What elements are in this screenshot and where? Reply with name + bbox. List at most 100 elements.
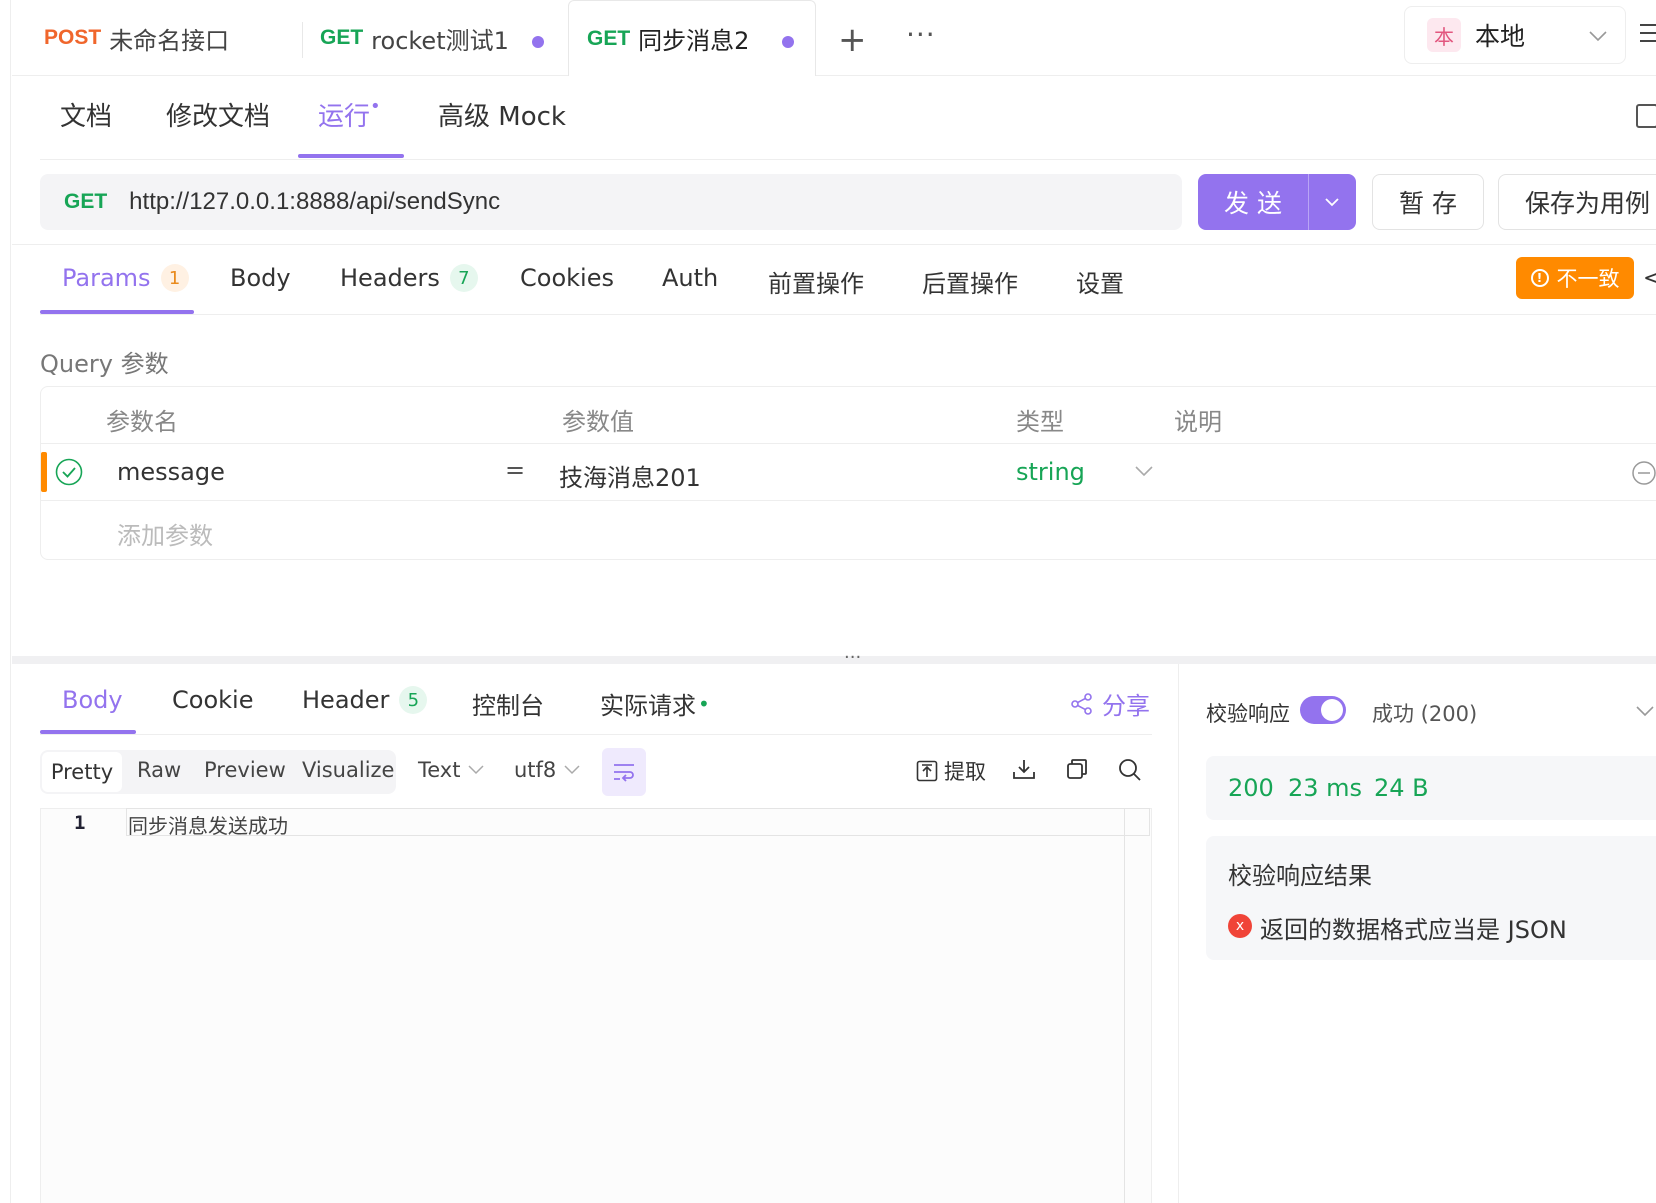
view-raw-button[interactable]: Raw — [137, 758, 181, 782]
add-tab-icon[interactable]: + — [838, 20, 867, 60]
view-visualize-button[interactable]: Visualize — [302, 758, 394, 782]
headers-count-badge: 7 — [449, 264, 478, 292]
response-meta-card: 200 23 ms 24 B — [1206, 756, 1656, 820]
validate-label: 校验响应 — [1206, 702, 1290, 726]
check-circle-icon[interactable] — [55, 458, 83, 486]
view-preview-button[interactable]: Preview — [204, 758, 286, 782]
tab-run[interactable]: 运行• — [318, 96, 381, 133]
response-size: 24 B — [1374, 774, 1429, 802]
resp-tab-console[interactable]: 控制台 — [472, 686, 544, 721]
tab-docs[interactable]: 文档 — [60, 96, 112, 133]
query-params-title: Query 参数 — [40, 350, 169, 378]
chevron-down-icon — [1589, 31, 1607, 42]
chevron-down-icon — [564, 765, 580, 775]
remove-circle-icon[interactable] — [1631, 460, 1656, 486]
more-icon[interactable]: ··· — [906, 18, 936, 51]
chevron-down-icon — [468, 765, 485, 775]
param-name-input[interactable]: message — [117, 458, 225, 486]
format-select[interactable]: Text — [418, 758, 485, 782]
tab-label: rocket测试1 — [371, 26, 509, 55]
share-button[interactable]: 分享 — [1070, 686, 1150, 721]
send-button[interactable]: 发 送 — [1198, 174, 1356, 230]
url-bar[interactable]: GET http://127.0.0.1:8888/api/sendSync — [40, 174, 1182, 230]
validate-result-card: 校验响应结果 x 返回的数据格式应当是 JSON — [1206, 836, 1656, 960]
status-code: 200 — [1228, 774, 1274, 802]
tab-settings[interactable]: 设置 — [1076, 264, 1124, 299]
wrap-lines-button[interactable] — [602, 748, 646, 796]
menu-icon[interactable] — [1640, 24, 1656, 42]
url-input[interactable]: http://127.0.0.1:8888/api/sendSync — [129, 188, 500, 216]
tab-headers[interactable]: Headers 7 — [340, 264, 478, 292]
save-button[interactable]: 暂 存 — [1372, 174, 1484, 230]
unsaved-dot-icon — [532, 36, 544, 48]
chevron-down-icon[interactable] — [1325, 198, 1339, 207]
row-marker — [41, 452, 47, 492]
tab-params[interactable]: Params 1 — [62, 264, 189, 292]
format-label: Text — [418, 758, 461, 782]
copy-icon[interactable] — [1066, 758, 1088, 780]
line-number: 1 — [74, 812, 86, 834]
add-param-input[interactable]: 添加参数 — [117, 516, 213, 551]
chevron-down-icon[interactable] — [1135, 466, 1153, 478]
save-as-case-button[interactable]: 保存为用例 — [1498, 174, 1656, 230]
tab-post-actions[interactable]: 后置操作 — [922, 264, 1018, 299]
tab-advanced-mock[interactable]: 高级 Mock — [438, 96, 566, 133]
resp-tab-actual-request[interactable]: 实际请求 • — [600, 686, 710, 721]
code-line: 同步消息发送成功 — [128, 814, 288, 838]
request-tab-sync[interactable]: GET 同步消息2 — [568, 0, 816, 76]
encoding-label: utf8 — [514, 758, 557, 782]
encoding-select[interactable]: utf8 — [514, 758, 580, 782]
header-count-badge: 5 — [399, 686, 428, 714]
header-desc: 说明 — [1174, 408, 1222, 436]
tab-pre-actions[interactable]: 前置操作 — [768, 264, 864, 299]
tab-body[interactable]: Body — [230, 264, 291, 292]
warning-icon: ! — [1530, 269, 1549, 287]
extract-icon — [916, 760, 938, 782]
header-value: 参数值 — [562, 408, 634, 436]
resp-tab-body[interactable]: Body — [62, 686, 123, 714]
send-label: 发 送 — [1224, 189, 1282, 218]
response-code-editor[interactable] — [40, 808, 1152, 1203]
request-tab-rocket[interactable]: GET rocket测试1 — [320, 0, 509, 76]
tab-edit-docs[interactable]: 修改文档 — [166, 96, 270, 133]
param-type-select[interactable]: string — [1016, 458, 1085, 486]
editor-scrollbar[interactable] — [1124, 808, 1125, 1203]
response-time: 23 ms — [1288, 774, 1363, 802]
code-icon[interactable]: </ — [1643, 266, 1656, 291]
validate-status-select[interactable]: 成功 (200) — [1372, 698, 1477, 728]
resp-tab-header-label: Header — [302, 686, 390, 714]
method-label: GET — [320, 26, 364, 49]
extract-label: 提取 — [944, 760, 986, 784]
drag-handle-icon[interactable]: ··· — [844, 647, 861, 668]
inconsistent-badge[interactable]: ! 不一致 — [1516, 257, 1634, 299]
tab-cookies[interactable]: Cookies — [520, 264, 614, 292]
header-name: 参数名 — [106, 408, 178, 436]
download-icon[interactable] — [1012, 758, 1036, 780]
tab-label: 同步消息2 — [638, 27, 750, 55]
search-icon[interactable] — [1118, 758, 1142, 782]
panel-splitter[interactable] — [12, 656, 1656, 664]
header-type: 类型 — [1016, 408, 1064, 436]
wrap-icon — [614, 764, 634, 782]
inconsistent-label: 不一致 — [1556, 267, 1620, 291]
resp-tab-actual-label: 实际请求 — [600, 692, 696, 720]
resp-tab-cookie[interactable]: Cookie — [172, 686, 253, 714]
param-value-input[interactable]: 技海消息201 — [559, 458, 701, 493]
tab-run-label: 运行 — [318, 102, 371, 132]
validate-toggle[interactable] — [1300, 696, 1346, 724]
request-tab-post[interactable]: POST 未命名接口 — [44, 0, 229, 76]
view-pretty-button[interactable]: Pretty — [42, 752, 122, 792]
resp-tab-header[interactable]: Header 5 — [302, 686, 428, 714]
tab-headers-label: Headers — [340, 264, 440, 292]
table-row: message = 技海消息201 string — [41, 444, 1656, 500]
tab-auth[interactable]: Auth — [662, 264, 718, 292]
result-title: 校验响应结果 — [1228, 862, 1372, 890]
panel-toggle-icon[interactable] — [1636, 104, 1656, 128]
method-label: GET — [587, 26, 631, 50]
environment-select[interactable]: 本 本地 — [1404, 6, 1626, 64]
env-name: 本地 — [1475, 22, 1526, 51]
chevron-down-icon[interactable] — [1636, 706, 1654, 718]
method-select[interactable]: GET — [64, 190, 107, 214]
extract-button[interactable]: 提取 — [916, 756, 986, 786]
unsaved-dot-icon — [782, 36, 794, 48]
